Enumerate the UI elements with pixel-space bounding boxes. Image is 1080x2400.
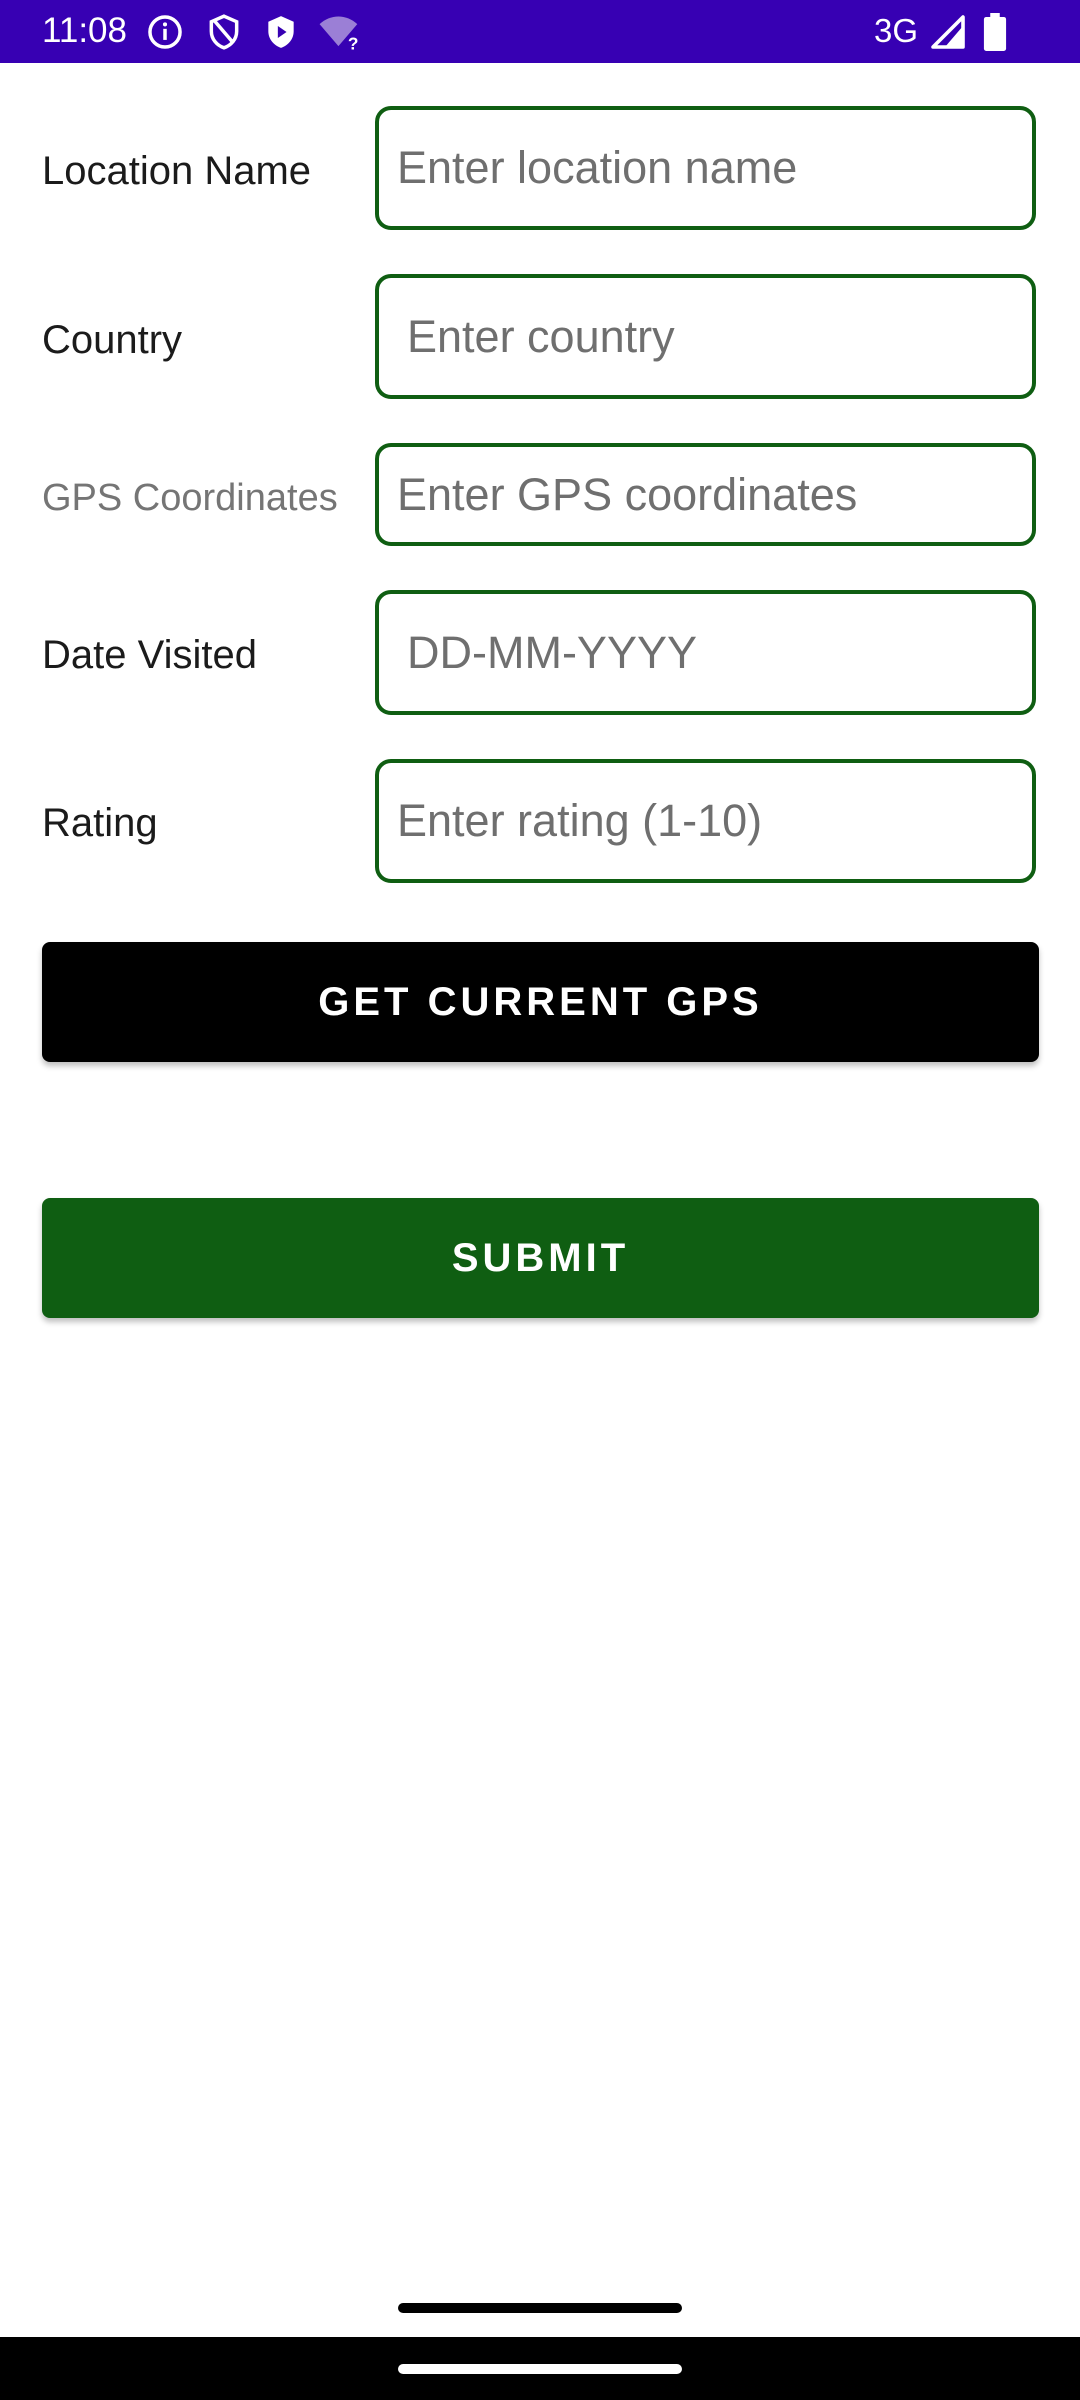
- rating-label: Rating: [42, 801, 158, 845]
- battery-icon: [983, 13, 1007, 51]
- location-name-input[interactable]: [379, 110, 1032, 226]
- date-visited-label: Date Visited: [42, 633, 257, 677]
- country-input[interactable]: [379, 278, 1032, 395]
- screen: 11:08 ? 3G Location Name Enter location …: [0, 0, 1080, 2400]
- submit-button[interactable]: SUBMIT: [42, 1198, 1039, 1318]
- home-gesture-handle[interactable]: [398, 2303, 682, 2313]
- gps-coordinates-field: [375, 443, 1036, 546]
- location-name-field: [375, 106, 1036, 230]
- play-protect-icon: [268, 16, 294, 48]
- network-type: 3G: [874, 12, 919, 49]
- privacy-shield-icon: [209, 14, 239, 50]
- date-visited-field: [375, 590, 1036, 715]
- gps-coordinates-label: GPS Coordinates: [42, 477, 338, 519]
- gps-coordinates-input[interactable]: [379, 447, 1032, 542]
- date-visited-input[interactable]: [379, 594, 1032, 711]
- status-time: 11:08: [42, 11, 127, 50]
- svg-text:?: ?: [348, 33, 359, 51]
- status-bar: 11:08 ? 3G: [0, 0, 1080, 63]
- country-field: [375, 274, 1036, 399]
- info-icon: [148, 15, 182, 49]
- home-indicator-pill[interactable]: [398, 2364, 682, 2374]
- rating-field: [375, 759, 1036, 883]
- cell-signal-icon: [931, 15, 965, 49]
- get-current-gps-button[interactable]: GET CURRENT GPS: [42, 942, 1039, 1062]
- location-name-label: Location Name: [42, 149, 312, 193]
- rating-input[interactable]: [379, 763, 1032, 879]
- wifi-unknown-icon: ?: [319, 16, 359, 51]
- country-label: Country: [42, 318, 183, 362]
